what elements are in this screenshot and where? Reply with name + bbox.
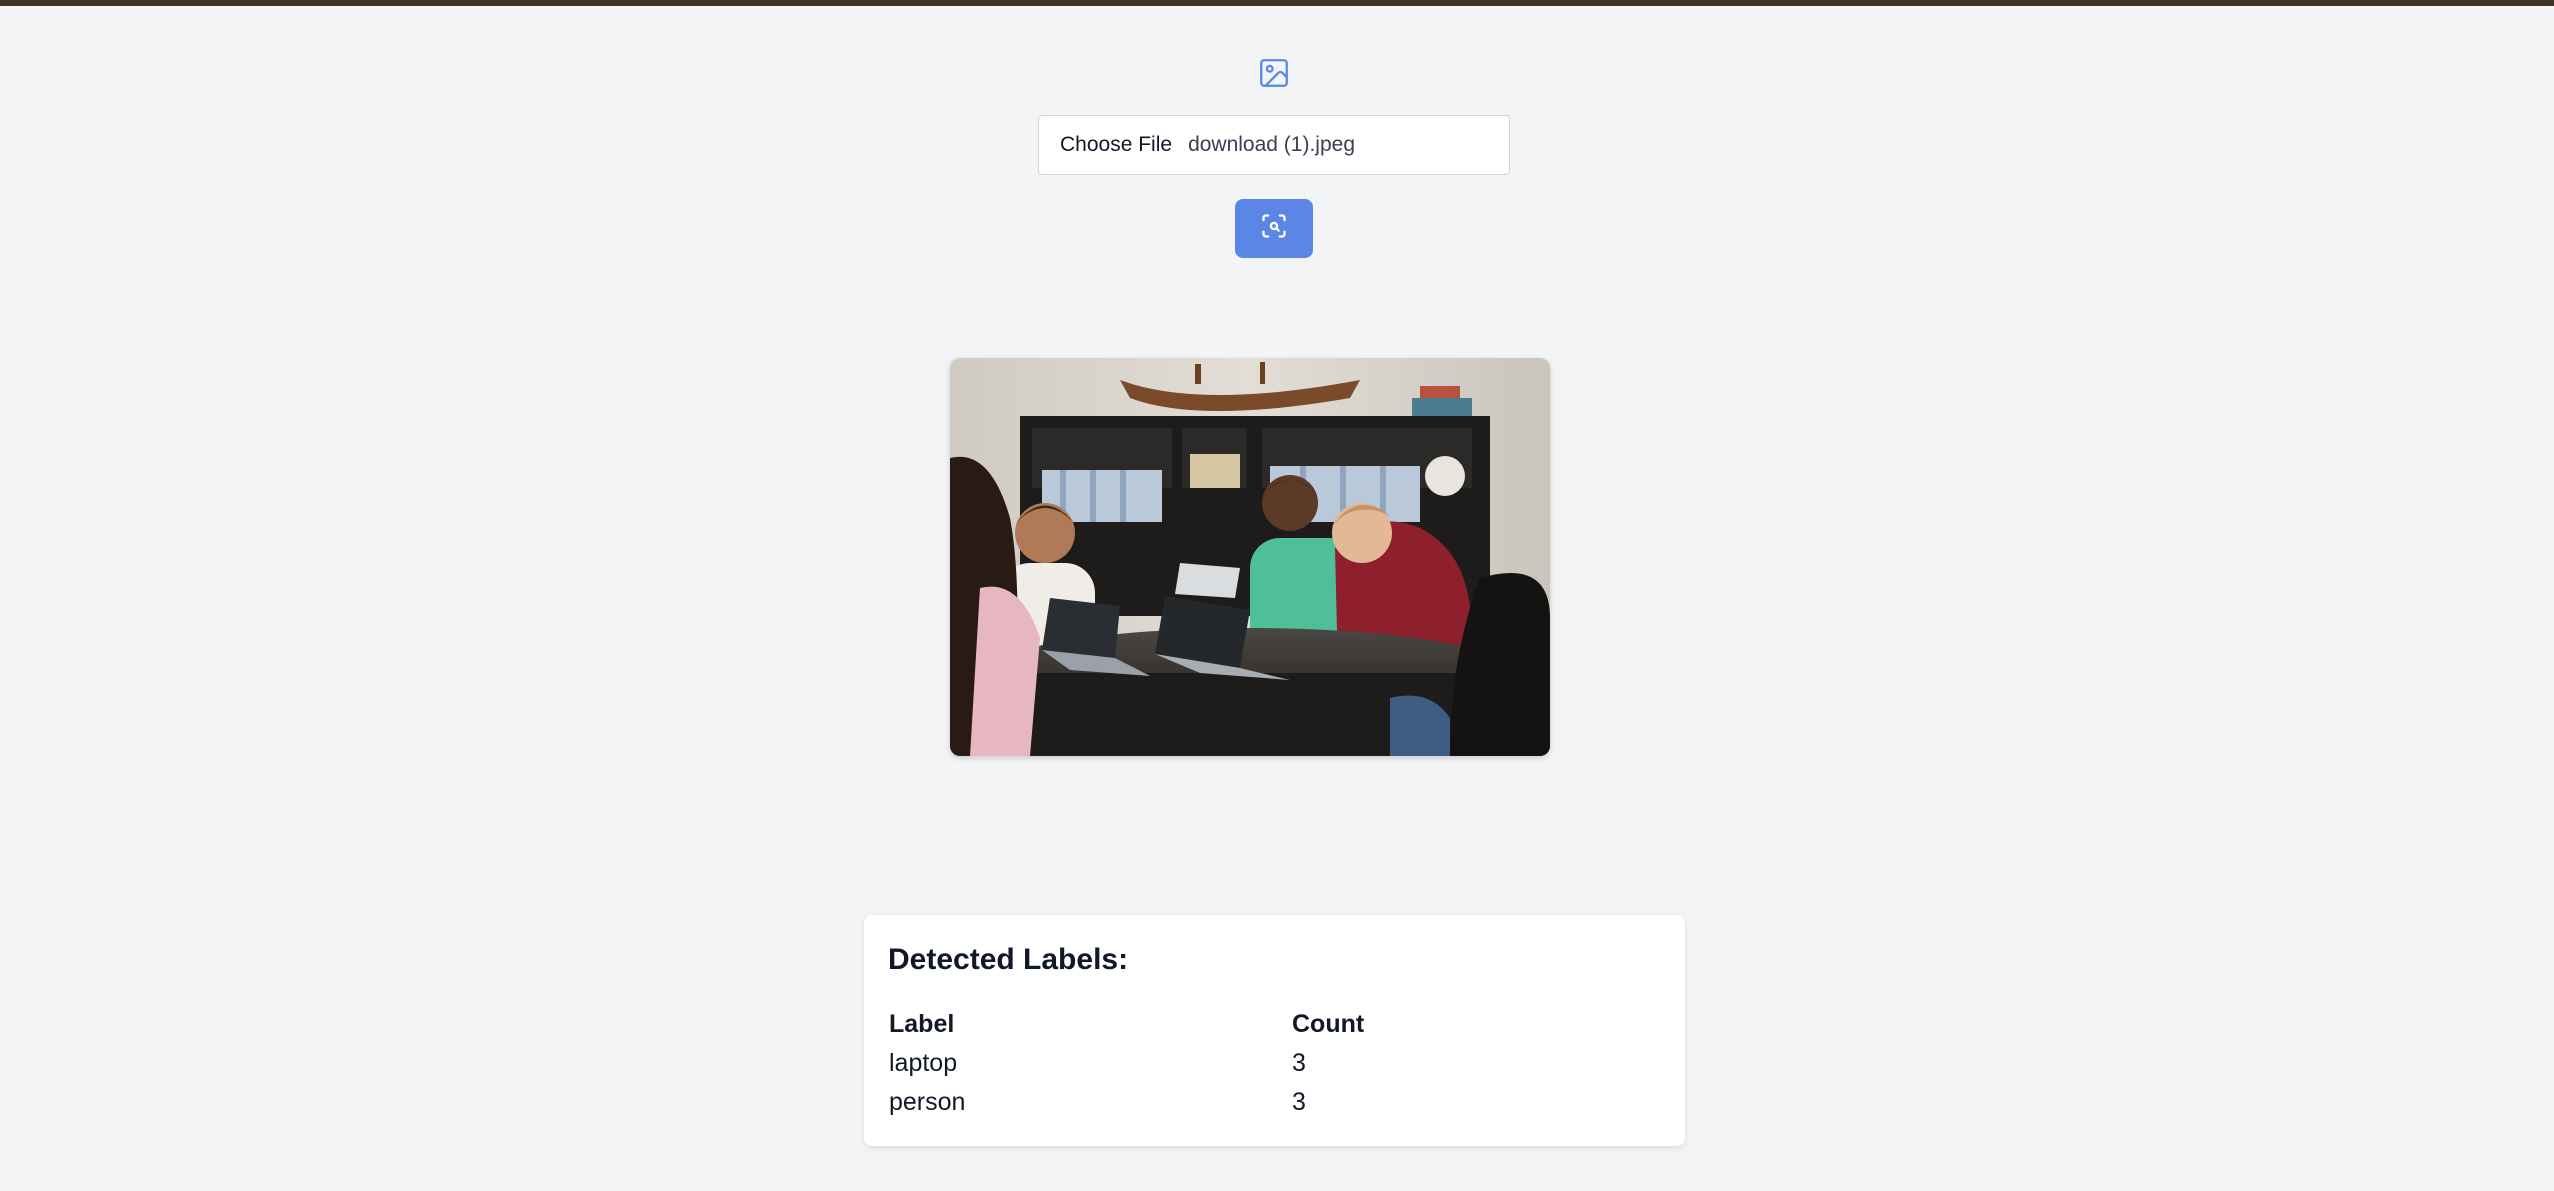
file-input[interactable]: Choose File download (1).jpeg xyxy=(1038,115,1510,175)
label-cell: person xyxy=(889,1088,966,1116)
results-title: Detected Labels: xyxy=(888,943,1129,976)
results-card: Detected Labels: Label Count laptop 3 pe… xyxy=(864,915,1685,1146)
detect-button[interactable] xyxy=(1235,199,1313,258)
column-header-count: Count xyxy=(1292,1010,1365,1038)
column-header-label: Label xyxy=(889,1010,955,1038)
table-row: laptop 3 xyxy=(889,1049,1649,1079)
table-row: person 3 xyxy=(889,1088,1649,1118)
window-top-strip xyxy=(0,0,2554,6)
selected-file-name: download (1).jpeg xyxy=(1188,133,1356,156)
uploaded-image-preview xyxy=(950,358,1550,756)
count-cell: 3 xyxy=(1292,1088,1306,1116)
label-cell: laptop xyxy=(889,1049,958,1077)
count-cell: 3 xyxy=(1292,1049,1306,1077)
image-icon xyxy=(1257,56,1291,90)
results-table-header: Label Count xyxy=(889,1010,1649,1040)
scan-search-icon xyxy=(1260,212,1288,245)
choose-file-button[interactable]: Choose File xyxy=(1060,133,1172,157)
